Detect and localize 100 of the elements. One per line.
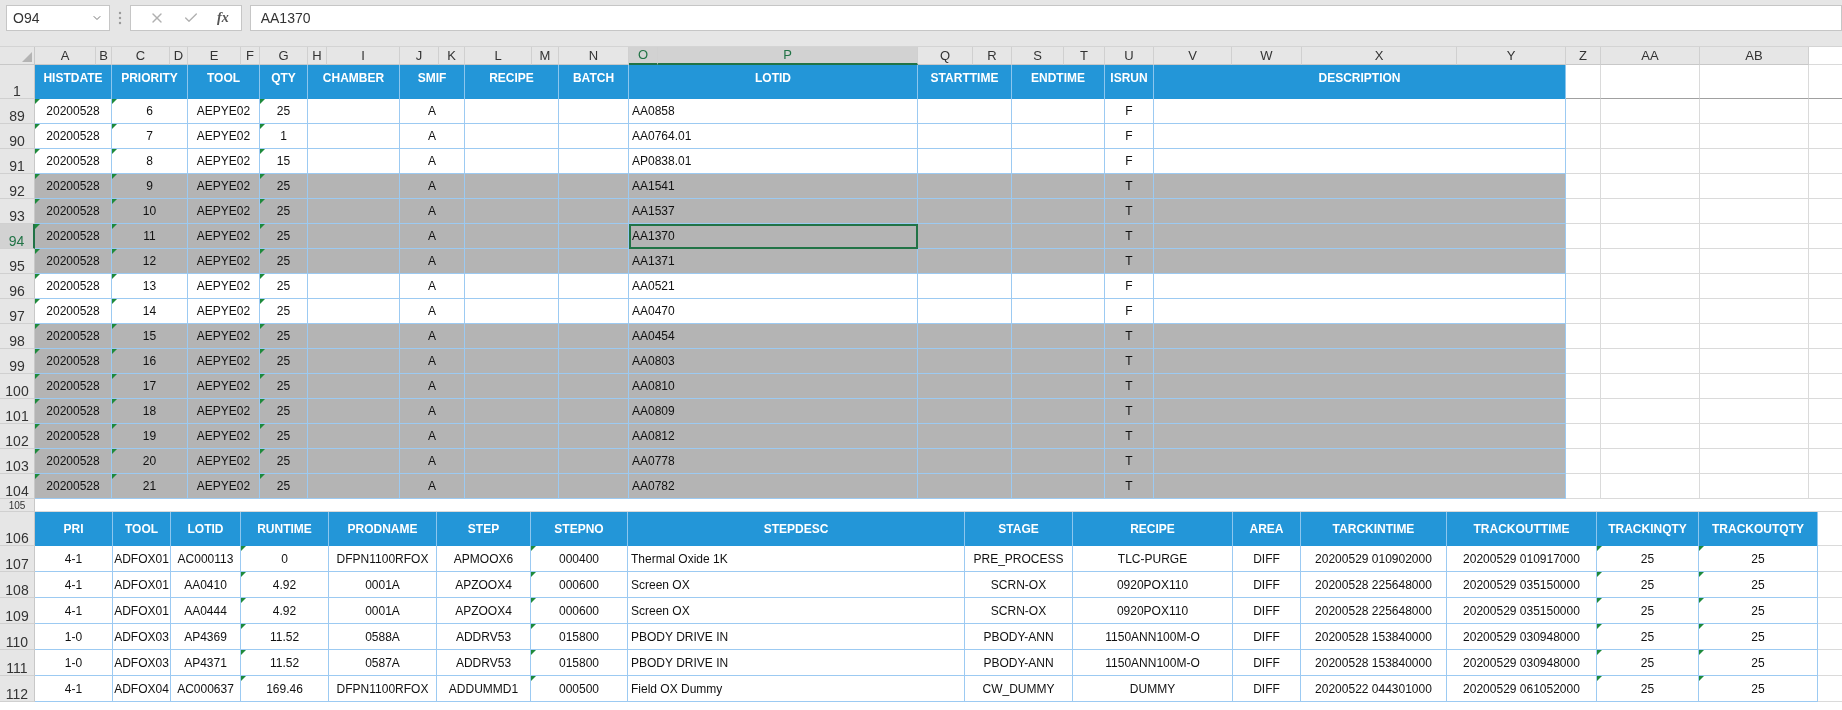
column-header[interactable]: A: [35, 47, 96, 65]
column-header[interactable]: X: [1302, 47, 1457, 65]
column-heading: STARTTIME: [918, 65, 1012, 99]
column-header[interactable]: O: [629, 47, 658, 65]
table-cell: 25: [1597, 676, 1699, 702]
column-heading: PRI: [35, 512, 113, 546]
column-heading: DESCRIPTION: [1154, 65, 1566, 99]
table-cell: ADDUMMD1: [437, 676, 531, 702]
more-icon: [118, 11, 122, 25]
table-cell: DUMMY: [1073, 676, 1233, 702]
column-heading: SMIF: [400, 65, 465, 99]
row-header[interactable]: 109: [0, 598, 35, 624]
row-header[interactable]: 108: [0, 572, 35, 598]
row-header[interactable]: 95: [0, 249, 35, 274]
row-header[interactable]: 91: [0, 149, 35, 174]
column-header[interactable]: H: [308, 47, 327, 65]
row-header[interactable]: 97: [0, 299, 35, 324]
row-header[interactable]: 1: [0, 65, 35, 99]
column-header[interactable]: Z: [1566, 47, 1601, 65]
row-header[interactable]: 98: [0, 324, 35, 349]
column-header[interactable]: E: [188, 47, 241, 65]
column-heading: ISRUN: [1105, 65, 1154, 99]
column-header[interactable]: AB: [1700, 47, 1809, 65]
column-header[interactable]: V: [1154, 47, 1232, 65]
column-header[interactable]: S: [1012, 47, 1064, 65]
row-header[interactable]: 103: [0, 449, 35, 474]
row-header[interactable]: 111: [0, 650, 35, 676]
row-header[interactable]: 93: [0, 199, 35, 224]
corner-triangle-icon: [22, 52, 32, 62]
column-heading: TRACKINQTY: [1597, 512, 1699, 546]
column-heading: AREA: [1233, 512, 1301, 546]
table-cell: AA1370: [629, 224, 918, 249]
table-cell: 169.46: [241, 676, 329, 702]
row-header[interactable]: 101: [0, 399, 35, 424]
column-heading: TOOL: [113, 512, 171, 546]
column-heading: TARCKINTIME: [1301, 512, 1447, 546]
table-cell: ADFOX04: [113, 676, 171, 702]
row-header[interactable]: 99: [0, 349, 35, 374]
table-cell: 4-1: [35, 676, 113, 702]
select-all-button[interactable]: [0, 47, 35, 65]
name-box[interactable]: O94: [6, 5, 110, 31]
table-cell: 000500: [531, 676, 628, 702]
row-header[interactable]: 105: [0, 499, 35, 512]
row-header[interactable]: 112: [0, 676, 35, 702]
column-header[interactable]: N: [559, 47, 629, 65]
column-header[interactable]: AA: [1601, 47, 1700, 65]
column-header[interactable]: D: [170, 47, 188, 65]
column-header[interactable]: K: [439, 47, 465, 65]
column-header[interactable]: Y: [1457, 47, 1566, 65]
table-cell: DIFF: [1233, 676, 1301, 702]
row-header[interactable]: 90: [0, 124, 35, 149]
row-header[interactable]: 106: [0, 512, 35, 546]
insert-function-button[interactable]: fx: [217, 10, 229, 26]
column-heading: RECIPE: [465, 65, 559, 99]
column-header[interactable]: J: [400, 47, 439, 65]
table-cell: AA1537: [629, 199, 918, 224]
table-cell: DFPN1100RFOX: [329, 676, 437, 702]
column-heading: LOTID: [629, 65, 918, 99]
column-header[interactable]: L: [465, 47, 532, 65]
column-heading: ENDTIME: [1012, 65, 1105, 99]
column-heading: CHAMBER: [308, 65, 400, 99]
table-cell: AC000637: [171, 676, 241, 702]
column-heading: TRACKOUTTIME: [1447, 512, 1597, 546]
table-cell: Field OX Dummy: [628, 676, 965, 702]
column-header[interactable]: R: [973, 47, 1012, 65]
row-header[interactable]: 102: [0, 424, 35, 449]
column-header[interactable]: Q: [918, 47, 973, 65]
table-cell: 20200522 044301000: [1301, 676, 1447, 702]
column-heading: BATCH: [559, 65, 629, 99]
column-header[interactable]: P: [658, 47, 918, 65]
formula-field[interactable]: AA1370: [249, 5, 1842, 31]
column-heading: TOOL: [188, 65, 260, 99]
row-header[interactable]: 107: [0, 546, 35, 572]
column-header[interactable]: G: [260, 47, 308, 65]
column-heading: STEPDESC: [628, 512, 965, 546]
row-header[interactable]: 100: [0, 374, 35, 399]
column-header[interactable]: B: [96, 47, 112, 65]
column-header[interactable]: C: [112, 47, 170, 65]
column-heading: STEPNO: [531, 512, 628, 546]
column-heading: STEP: [437, 512, 531, 546]
row-header[interactable]: 92: [0, 174, 35, 199]
column-header[interactable]: T: [1064, 47, 1105, 65]
cell-reference: O94: [13, 10, 40, 26]
column-heading: TRACKOUTQTY: [1699, 512, 1818, 546]
row-header[interactable]: 89: [0, 99, 35, 124]
column-header[interactable]: F: [241, 47, 260, 65]
column-heading: PRIORITY: [112, 65, 188, 99]
row-header[interactable]: 110: [0, 624, 35, 650]
column-heading: RUNTIME: [241, 512, 329, 546]
table-cell: 20200529 061052000: [1447, 676, 1597, 702]
column-header[interactable]: W: [1232, 47, 1302, 65]
column-header[interactable]: M: [532, 47, 559, 65]
column-header[interactable]: U: [1105, 47, 1154, 65]
row-header[interactable]: 94: [0, 224, 35, 249]
column-heading: RECIPE: [1073, 512, 1233, 546]
column-heading: HISTDATE: [35, 65, 112, 99]
column-heading: STAGE: [965, 512, 1073, 546]
row-header[interactable]: 104: [0, 474, 35, 499]
column-header[interactable]: I: [327, 47, 400, 65]
row-header[interactable]: 96: [0, 274, 35, 299]
